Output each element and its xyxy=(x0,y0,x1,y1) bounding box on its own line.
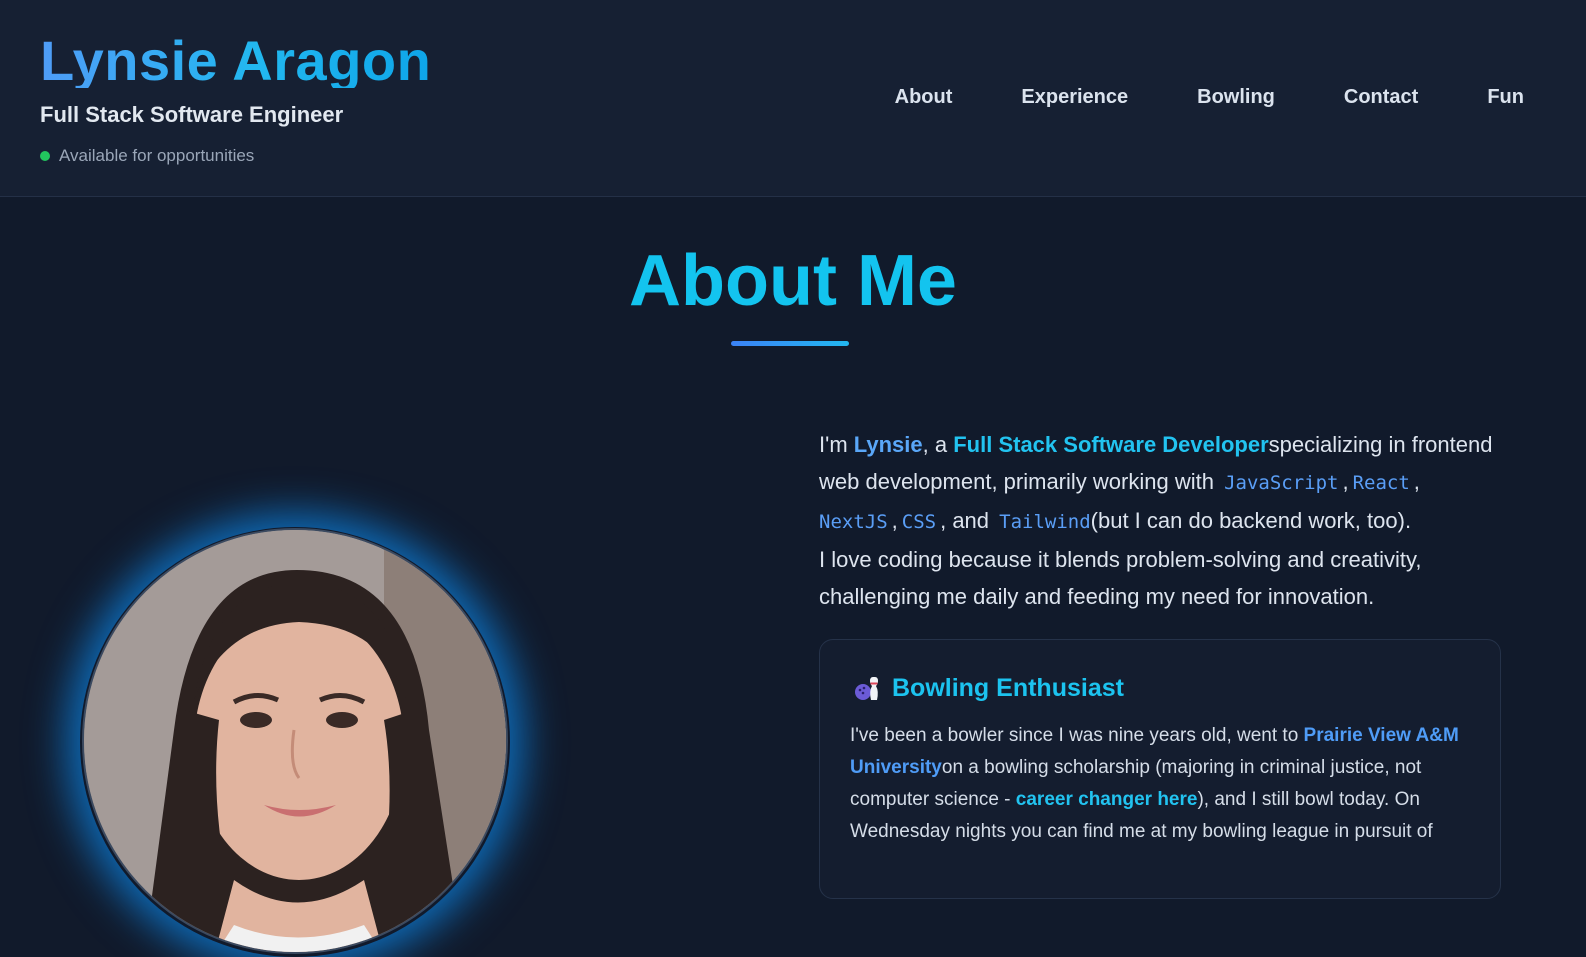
intro-role: Full Stack Software Developer xyxy=(953,432,1269,457)
career-changer-link[interactable]: career changer here xyxy=(1016,789,1198,810)
tech-react: React xyxy=(1352,472,1410,494)
tech-javascript: JavaScript xyxy=(1224,472,1339,494)
profile-photo xyxy=(82,528,508,954)
availability-status: Available for opportunities xyxy=(40,145,254,167)
bowling-icon xyxy=(852,673,882,703)
card-body: I've been a bowler since I was nine year… xyxy=(850,725,1459,842)
tech-tailwind: Tailwind xyxy=(999,511,1091,533)
nav-bowling[interactable]: Bowling xyxy=(1197,86,1275,109)
nav-contact[interactable]: Contact xyxy=(1344,86,1418,109)
main-nav: About Experience Bowling Contact Fun xyxy=(895,86,1524,109)
card-title: Bowling Enthusiast xyxy=(892,673,1124,702)
portrait-illustration xyxy=(84,530,506,952)
title-underline xyxy=(731,341,849,346)
intro-name: Lynsie xyxy=(853,432,923,457)
site-role: Full Stack Software Engineer xyxy=(40,102,344,127)
about-title: About Me xyxy=(629,241,957,321)
site-header: Lynsie Aragon Full Stack Software Engine… xyxy=(0,0,1586,197)
nav-about[interactable]: About xyxy=(895,86,953,109)
intro-paragraph: I'm Lynsie, a Full Stack Software Develo… xyxy=(819,432,1493,609)
site-name: Lynsie Aragon xyxy=(40,18,431,88)
tech-nextjs: NextJS xyxy=(819,511,888,533)
status-dot-icon xyxy=(40,151,50,161)
nav-experience[interactable]: Experience xyxy=(1021,86,1128,109)
bowling-card: Bowling Enthusiast I've been a bowler si… xyxy=(819,639,1501,899)
tech-css: CSS xyxy=(901,511,937,533)
status-label: Available for opportunities xyxy=(59,146,255,165)
card-header: Bowling Enthusiast xyxy=(852,673,1124,703)
nav-fun[interactable]: Fun xyxy=(1487,86,1524,109)
